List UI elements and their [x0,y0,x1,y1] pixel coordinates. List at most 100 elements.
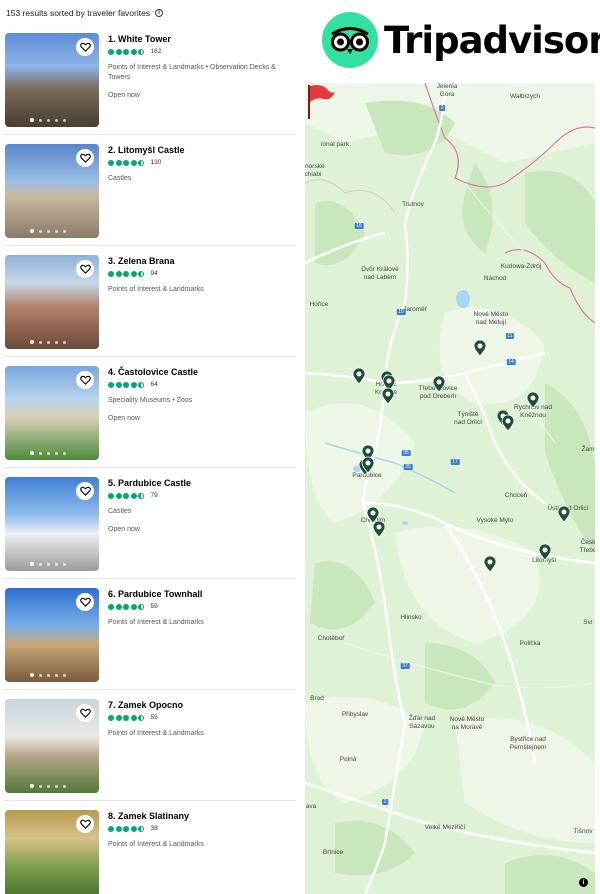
heart-icon[interactable] [76,260,94,278]
listing-title[interactable]: 5. Pardubice Castle [108,478,294,488]
carousel-dot[interactable] [55,562,58,566]
review-count[interactable]: 59 [151,603,158,610]
carousel-dot[interactable] [55,451,58,455]
carousel-dot[interactable] [55,673,58,677]
heart-icon[interactable] [76,38,94,56]
listing-title[interactable]: 6. Pardubice Townhall [108,589,294,599]
heart-icon[interactable] [76,704,94,722]
info-icon[interactable]: i [155,9,164,17]
listing-photo[interactable] [5,588,99,682]
attraction-pin-icon[interactable] [483,555,497,573]
carousel-dot[interactable] [55,229,58,233]
photo-carousel-dots[interactable] [30,118,66,122]
carousel-dot[interactable] [63,451,66,455]
location-flag-icon[interactable] [305,83,337,121]
photo-carousel-dots[interactable] [30,340,66,344]
carousel-dot[interactable] [47,562,50,566]
map[interactable]: i Jelenia Góra Wałbrzych onorské chiabi Tru… [305,83,595,894]
attraction-pin-icon[interactable] [526,391,540,409]
listing-card[interactable]: 2. Litomyšl Castle 130 Castles [4,135,296,246]
carousel-dot[interactable] [30,451,34,455]
photo-carousel-dots[interactable] [30,451,66,455]
listing-title[interactable]: 8. Zamek Slatinany [108,811,294,821]
listing-photo[interactable] [5,255,99,349]
carousel-dot[interactable] [47,784,50,788]
review-count[interactable]: 38 [151,825,158,832]
listing-title[interactable]: 1. White Tower [108,34,294,44]
listing-card[interactable]: 5. Pardubice Castle 79 Castles Open now [4,468,296,579]
carousel-dot[interactable] [63,340,66,344]
listing-photo[interactable] [5,699,99,793]
carousel-dot[interactable] [55,784,58,788]
map-info-icon[interactable]: i [579,878,588,887]
carousel-dot[interactable] [47,340,50,344]
listing-card[interactable]: 7. Zamek Opocno 55 Points of Interest & … [4,690,296,801]
carousel-dot[interactable] [39,118,42,122]
listing-card[interactable]: 3. Zelena Brana 94 Points of Interest & … [4,246,296,357]
listing-photo[interactable] [5,366,99,460]
listing-card[interactable]: 6. Pardubice Townhall 59 Points of Inter… [4,579,296,690]
map-place-label: Nové Město na Moravě [449,716,485,731]
heart-icon[interactable] [76,371,94,389]
attraction-pin-icon[interactable] [361,456,375,474]
attraction-pin-icon[interactable] [501,414,515,432]
carousel-dot[interactable] [39,784,42,788]
heart-icon[interactable] [76,149,94,167]
attraction-pin-icon[interactable] [473,339,487,357]
carousel-dot[interactable] [30,673,34,677]
carousel-dot[interactable] [30,562,34,566]
photo-carousel-dots[interactable] [30,562,66,566]
attraction-pin-icon[interactable] [432,375,446,393]
listing-photo[interactable] [5,144,99,238]
photo-carousel-dots[interactable] [30,673,66,677]
carousel-dot[interactable] [39,562,42,566]
review-count[interactable]: 79 [151,492,158,499]
carousel-dot[interactable] [63,229,66,233]
carousel-dot[interactable] [55,118,58,122]
review-count[interactable]: 130 [151,159,162,166]
listing-title[interactable]: 7. Zamek Opocno [108,700,294,710]
heart-icon[interactable] [76,482,94,500]
review-count[interactable]: 94 [151,270,158,277]
carousel-dot[interactable] [47,673,50,677]
heart-icon[interactable] [76,815,94,833]
listing-photo[interactable] [5,477,99,571]
attraction-pin-icon[interactable] [557,505,571,523]
listing-card[interactable]: 1. White Tower 162 Points of Interest & … [4,24,296,135]
attraction-pin-icon[interactable] [538,543,552,561]
photo-carousel-dots[interactable] [30,229,66,233]
carousel-dot[interactable] [63,784,66,788]
review-count[interactable]: 55 [151,714,158,721]
attraction-pin-icon[interactable] [381,387,395,405]
listing-card[interactable]: 4. Častolovice Castle 64 Speciality Muse… [4,357,296,468]
listing-title[interactable]: 2. Litomyšl Castle [108,145,294,155]
photo-carousel-dots[interactable] [30,784,66,788]
listing-photo[interactable] [5,810,99,894]
carousel-dot[interactable] [39,229,42,233]
tripadvisor-logo[interactable]: Tripadvisor [322,12,600,68]
carousel-dot[interactable] [63,118,66,122]
attraction-pin-icon[interactable] [352,367,366,385]
review-count[interactable]: 162 [151,48,162,55]
carousel-dot[interactable] [63,673,66,677]
carousel-dot[interactable] [55,340,58,344]
carousel-dot[interactable] [39,451,42,455]
carousel-dot[interactable] [30,784,34,788]
heart-icon[interactable] [76,593,94,611]
carousel-dot[interactable] [30,229,34,233]
carousel-dot[interactable] [39,673,42,677]
attraction-pin-icon[interactable] [372,520,386,538]
carousel-dot[interactable] [30,118,34,122]
listing-title[interactable]: 4. Častolovice Castle [108,367,294,377]
listing-card[interactable]: 8. Zamek Slatinany 38 Points of Interest… [4,801,296,894]
listing-title[interactable]: 3. Zelena Brana [108,256,294,266]
carousel-dot[interactable] [30,340,34,344]
carousel-dot[interactable] [39,340,42,344]
carousel-dot[interactable] [47,451,50,455]
review-count[interactable]: 64 [151,381,158,388]
listing-photo[interactable] [5,33,99,127]
carousel-dot[interactable] [47,118,50,122]
carousel-dot[interactable] [63,562,66,566]
rating-bubble-icon [123,603,129,610]
carousel-dot[interactable] [47,229,50,233]
